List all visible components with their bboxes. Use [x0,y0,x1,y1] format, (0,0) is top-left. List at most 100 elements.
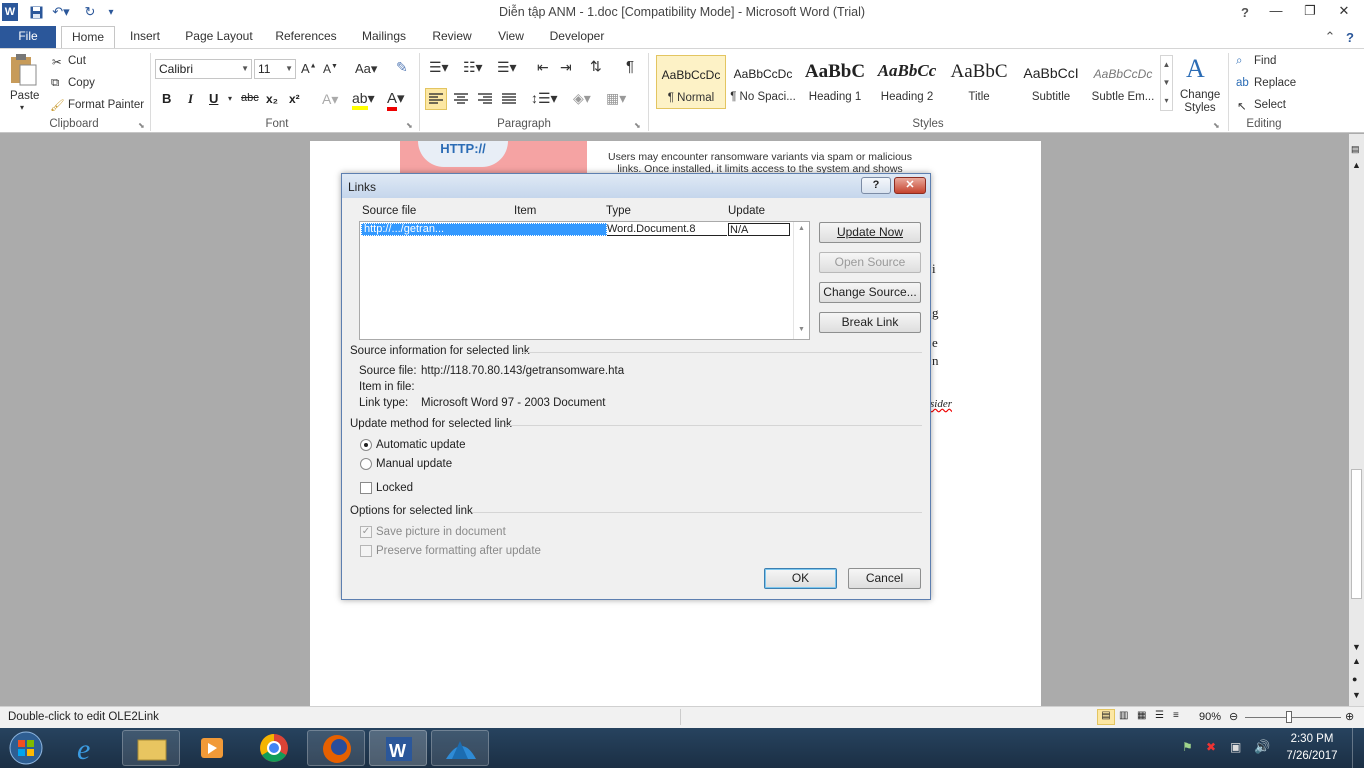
line-spacing-icon[interactable]: ↕☰▾ [531,90,558,107]
sort-icon[interactable]: ⇅ [590,58,602,75]
style-heading-2[interactable]: AaBbCc Heading 2 [872,55,942,109]
help-circle-icon[interactable]: ? [1343,28,1357,46]
style-heading-1[interactable]: AaBbC Heading 1 [800,55,870,109]
styles-scroll[interactable]: ▲ ▼ ▾ [1160,55,1173,111]
numbering-icon[interactable]: ☷▾ [463,59,483,76]
security-alert-icon[interactable]: ✖ [1206,740,1216,754]
bold-button[interactable]: B [162,91,171,106]
scroll-thumb[interactable] [1351,469,1362,599]
start-button[interactable] [6,730,46,766]
zoom-out-icon[interactable]: ⊖ [1229,710,1238,723]
change-styles-icon[interactable]: A [1184,53,1214,86]
help-icon[interactable]: ? [1238,3,1252,21]
scroll-down-icon[interactable]: ▼ [1352,642,1361,652]
clock-date[interactable]: 7/26/2017 [1282,750,1342,762]
cut-button[interactable]: Cut [68,55,86,67]
media-player-icon[interactable] [183,730,241,766]
web-layout-icon[interactable]: ▦ [1137,710,1146,721]
network-icon[interactable]: ▣ [1230,740,1241,754]
zoom-level[interactable]: 90% [1199,711,1221,723]
automatic-update-radio[interactable] [360,439,372,451]
firefox-icon[interactable] [307,730,365,766]
style-title[interactable]: AaBbC Title [944,55,1014,109]
borders-icon[interactable]: ▦▾ [606,90,626,107]
strikethrough-button[interactable]: abc [241,92,259,104]
volume-icon[interactable]: 🔊 [1254,739,1270,755]
tab-developer[interactable]: Developer [541,26,613,48]
manual-update-radio[interactable] [360,458,372,470]
file-explorer-icon[interactable] [122,730,180,766]
list-scrollbar[interactable]: ▲ ▼ [793,222,809,339]
clear-formatting-icon[interactable]: ✎ [396,59,408,76]
paste-button[interactable]: Paste [10,90,39,102]
table-row[interactable]: http://.../getran... Word.Document.8 N/A [361,223,791,236]
style-subtle-emphasis[interactable]: AaBbCcDc Subtle Em... [1088,55,1158,109]
clipboard-launcher-icon[interactable]: ⬊ [138,121,145,130]
change-source-button[interactable]: Change Source... [819,282,921,303]
replace-icon[interactable]: ab [1236,77,1249,89]
tab-mailings[interactable]: Mailings [352,26,416,48]
show-formatting-button[interactable]: ¶ [626,58,634,75]
highlight-icon[interactable]: ab▾ [352,90,375,110]
paste-icon[interactable] [8,53,40,89]
format-painter-icon[interactable]: 🖌 [50,98,65,112]
cut-icon[interactable]: ✂ [52,55,62,69]
select-browse-icon[interactable]: ● [1352,674,1357,684]
text-effects-icon[interactable]: A▾ [322,91,338,108]
dialog-close-button[interactable]: ✕ [894,177,926,194]
break-link-button[interactable]: Break Link [819,312,921,333]
style-no-spacing[interactable]: AaBbCcDc ¶ No Spaci... [728,55,798,109]
shading-icon[interactable]: ◈▾ [573,90,591,107]
style-normal[interactable]: AaBbCcDc ¶ Normal [656,55,726,109]
preserve-formatting-checkbox[interactable] [360,545,372,557]
minimize-button[interactable]: — [1259,0,1293,22]
show-desktop-button[interactable] [1352,728,1364,768]
align-center-icon[interactable] [451,89,471,112]
font-launcher-icon[interactable]: ⬊ [406,121,413,130]
change-styles-button[interactable]: Change Styles [1180,89,1220,115]
change-case-icon[interactable]: Aa▾ [355,61,377,77]
next-page-icon[interactable]: ▼ [1352,690,1361,700]
dialog-help-button[interactable]: ? [861,177,891,194]
decrease-indent-icon[interactable]: ⇤ [537,59,549,76]
word-taskbar-icon[interactable]: W [369,730,427,766]
tab-file[interactable]: File [0,26,56,48]
links-list[interactable]: http://.../getran... Word.Document.8 N/A… [359,221,810,340]
locked-checkbox[interactable] [360,482,372,494]
previous-page-icon[interactable]: ▲ [1352,656,1361,666]
copy-icon[interactable]: ⧉ [51,77,59,90]
vertical-scrollbar[interactable]: ▤ ▲ ▼ ▲ ● ▼ [1349,134,1364,706]
internet-explorer-icon[interactable]: e [60,730,118,766]
close-button[interactable]: ✕ [1327,0,1361,22]
style-subtitle[interactable]: AaBbCcI Subtitle [1016,55,1086,109]
full-screen-reading-icon[interactable]: ▥ [1119,710,1128,721]
action-center-icon[interactable]: ⚑ [1182,740,1193,754]
update-now-button[interactable]: Update Now [819,222,921,243]
select-icon[interactable]: ↖ [1237,99,1247,113]
list-scroll-down-icon[interactable]: ▼ [798,326,805,333]
font-family-combo[interactable]: Calibri ▼ [155,59,252,79]
select-button[interactable]: Select [1254,99,1286,111]
paste-dropdown-icon[interactable]: ▾ [20,103,24,112]
underline-dropdown-icon[interactable]: ▾ [228,94,232,103]
styles-launcher-icon[interactable]: ⬊ [1213,121,1220,130]
save-picture-checkbox[interactable]: ✓ [360,526,372,538]
justify-icon[interactable] [499,89,519,112]
format-painter-button[interactable]: Format Painter [68,99,144,111]
wireshark-icon[interactable] [431,730,489,766]
tab-view[interactable]: View [488,26,534,48]
find-button[interactable]: Find [1254,55,1276,67]
font-size-combo[interactable]: 11 ▼ [254,59,296,79]
list-scroll-up-icon[interactable]: ▲ [798,225,805,232]
tab-insert[interactable]: Insert [119,26,171,48]
replace-button[interactable]: Replace [1254,77,1296,89]
clock-time[interactable]: 2:30 PM [1282,733,1342,745]
tab-review[interactable]: Review [423,26,481,48]
align-right-icon[interactable] [475,89,495,112]
draft-icon[interactable]: ≡ [1173,710,1179,721]
cancel-button[interactable]: Cancel [848,568,921,589]
outline-icon[interactable]: ☰ [1155,710,1164,721]
tab-home[interactable]: Home [61,26,115,48]
subscript-button[interactable]: x₂ [266,92,278,106]
tab-page-layout[interactable]: Page Layout [178,26,260,48]
